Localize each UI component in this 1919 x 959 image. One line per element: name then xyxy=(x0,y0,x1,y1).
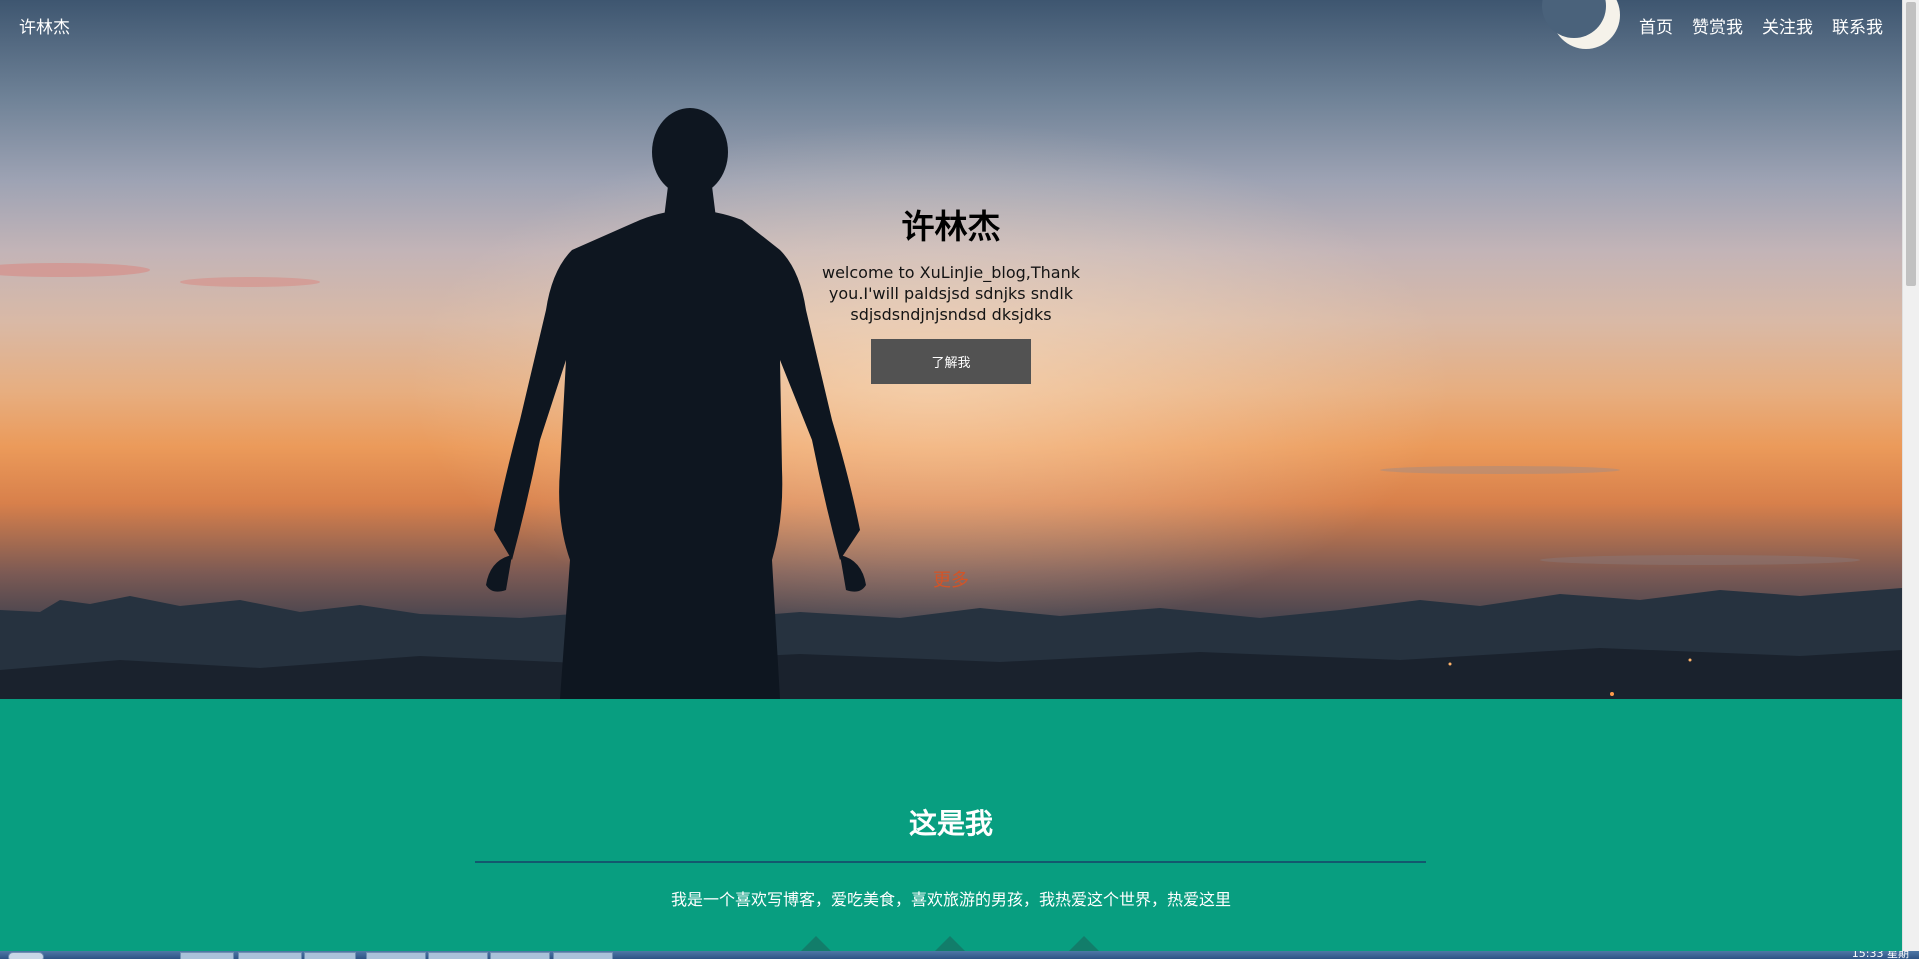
learn-about-me-button[interactable]: 了解我 xyxy=(871,339,1031,384)
nav-link-appreciate[interactable]: 赞赏我 xyxy=(1692,13,1743,38)
os-taskbar: 15:33 星期 xyxy=(0,951,1919,959)
nav-links: 首页 赞赏我 关注我 联系我 xyxy=(1639,13,1883,38)
arrow-up-icon xyxy=(801,936,831,951)
about-description: 我是一个喜欢写博客，爱吃美食，喜欢旅游的男孩，我热爱这个世界，热爱这里 xyxy=(670,890,1231,909)
about-divider xyxy=(475,861,1426,863)
nav-link-home[interactable]: 首页 xyxy=(1639,13,1673,38)
hero-title: 许林杰 xyxy=(901,207,1001,246)
browser-viewport: 许林杰 首页 赞赏我 关注我 联系我 许林杰 welcome to XuLinJ… xyxy=(0,0,1919,959)
hero-section: 许林杰 首页 赞赏我 关注我 联系我 许林杰 welcome to XuLinJ… xyxy=(0,0,1902,699)
arrow-up-icon xyxy=(935,936,965,951)
section-arrows xyxy=(0,936,1902,951)
page-scrollbar[interactable] xyxy=(1902,0,1919,951)
scrollbar-thumb[interactable] xyxy=(1906,2,1916,286)
nav-link-follow[interactable]: 关注我 xyxy=(1762,13,1813,38)
hero-description: welcome to XuLinJie_blog,Thank you.I'wil… xyxy=(822,263,1080,324)
nav-link-contact[interactable]: 联系我 xyxy=(1832,13,1883,38)
taskbar-app-icon[interactable] xyxy=(490,952,550,959)
brand-logo-link[interactable]: 许林杰 xyxy=(19,13,70,38)
taskbar-app-icon[interactable] xyxy=(238,952,302,959)
top-navbar: 许林杰 首页 赞赏我 关注我 联系我 xyxy=(0,0,1902,50)
arrow-up-icon xyxy=(1069,936,1099,951)
taskbar-app-icon[interactable] xyxy=(180,952,234,959)
start-button[interactable] xyxy=(8,952,44,959)
about-section: 这是我 我是一个喜欢写博客，爱吃美食，喜欢旅游的男孩，我热爱这个世界，热爱这里 xyxy=(0,699,1902,951)
about-title: 这是我 xyxy=(908,807,993,840)
taskbar-app-icon[interactable] xyxy=(366,952,426,959)
taskbar-app-icon[interactable] xyxy=(304,952,356,959)
taskbar-clock[interactable]: 15:33 星期 xyxy=(1852,951,1909,959)
more-link[interactable]: 更多 xyxy=(0,566,1902,592)
taskbar-app-icon[interactable] xyxy=(553,952,613,959)
taskbar-app-icon[interactable] xyxy=(428,952,488,959)
